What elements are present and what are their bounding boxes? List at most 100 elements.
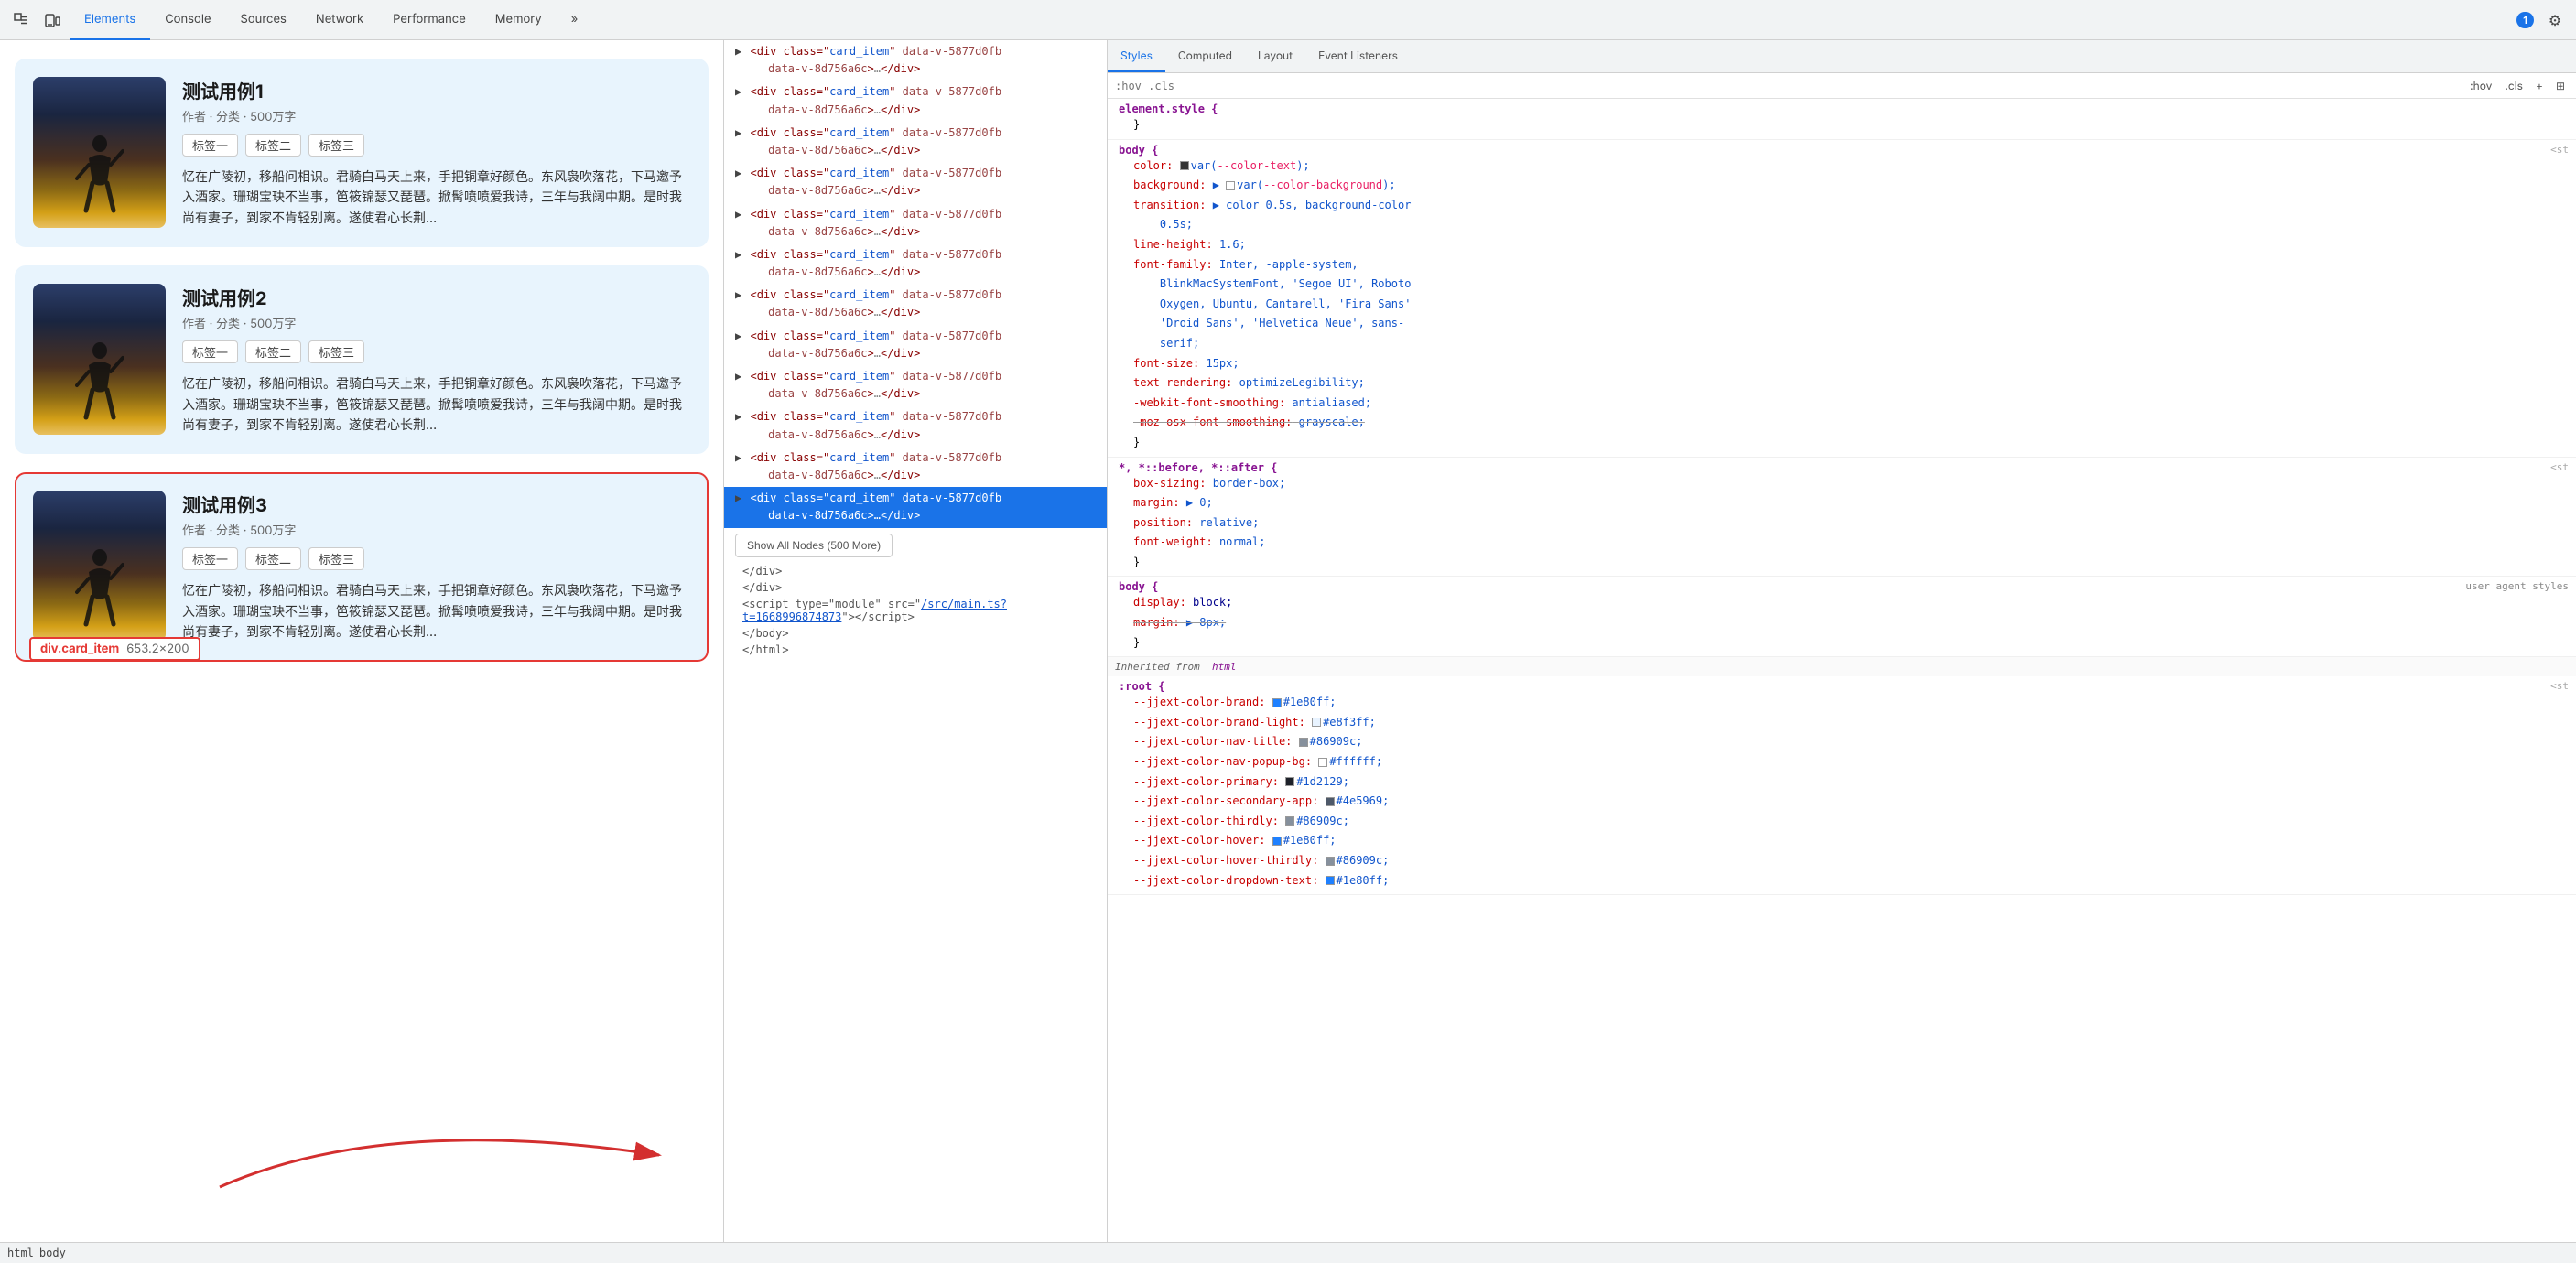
hov-toggle[interactable]: :hov <box>2466 77 2495 94</box>
tree-script-tag: <script type="module" src="/src/main.ts?… <box>724 596 1107 625</box>
breadcrumb-body[interactable]: body <box>39 1247 66 1259</box>
prop-display-block: display: block; <box>1119 593 2569 613</box>
card-desc-2: 忆在广陵初，移船问相识。君骑白马天上来，手把铜章好颜色。东风袅吹落花，下马邀予入… <box>182 374 690 436</box>
breadcrumb-html[interactable]: html <box>7 1247 34 1259</box>
tree-node-6[interactable]: ▶ <div class="card_item" data-v-5877d0fb… <box>724 243 1107 284</box>
prop-closing-brace-element: } <box>1119 115 2569 135</box>
prop-font-family: font-family: Inter, -apple-system, <box>1119 255 2569 275</box>
style-rule-root: :root { <st --jjext-color-brand: #1e80ff… <box>1108 676 2576 895</box>
card-item-3[interactable]: 测试用例3 作者 · 分类 · 500万字 标签一 标签二 标签三 忆在广陵初，… <box>15 472 709 661</box>
tree-close-html: </html> <box>724 642 1107 658</box>
tab-layout[interactable]: Layout <box>1245 40 1305 72</box>
card-title-1: 测试用例1 <box>182 77 690 103</box>
cls-toggle[interactable]: .cls <box>2501 77 2527 94</box>
prop-secondary-app: --jjext-color-secondary-app: #4e5969; <box>1119 792 2569 812</box>
tag-1-1[interactable]: 标签一 <box>182 134 238 157</box>
tree-node-9[interactable]: ▶ <div class="card_item" data-v-5877d0fb… <box>724 365 1107 405</box>
card-meta-3: 作者 · 分类 · 500万字 <box>182 521 690 538</box>
tag-2-2[interactable]: 标签二 <box>245 340 301 363</box>
settings-icon[interactable]: ⚙ <box>2541 6 2569 34</box>
filter-icon-group: :hov .cls + ⊞ <box>2466 77 2569 94</box>
tab-memory[interactable]: Memory <box>481 0 557 40</box>
tab-styles[interactable]: Styles <box>1108 40 1165 72</box>
tree-node-3[interactable]: ▶ <div class="card_item" data-v-5877d0fb… <box>724 122 1107 162</box>
silhouette-icon-1 <box>72 133 127 219</box>
styles-panel: Styles Computed Layout Event Listeners :… <box>1108 40 2576 1242</box>
tag-2-3[interactable]: 标签三 <box>308 340 364 363</box>
prop-font-family-5: serif; <box>1119 334 2569 354</box>
prop-transition: transition: ▶ color 0.5s, background-col… <box>1119 196 2569 216</box>
source-body-ua: user agent styles <box>2465 580 2569 592</box>
card-item-2[interactable]: 测试用例2 作者 · 分类 · 500万字 标签一 标签二 标签三 忆在广陵初，… <box>15 265 709 454</box>
add-style-icon[interactable]: + <box>2532 77 2547 94</box>
card-meta-1: 作者 · 分类 · 500万字 <box>182 107 690 124</box>
main-area: 测试用例1 作者 · 分类 · 500万字 标签一 标签二 标签三 忆在广陵初，… <box>0 40 2576 1242</box>
element-dimension-label: div.card_item 653.2×200 <box>29 637 200 661</box>
styles-tab-bar: Styles Computed Layout Event Listeners <box>1108 40 2576 73</box>
toolbar-right-icons: 1 ⚙ <box>2516 6 2569 34</box>
tree-node-7[interactable]: ▶ <div class="card_item" data-v-5877d0fb… <box>724 284 1107 324</box>
webpage-preview-panel: 测试用例1 作者 · 分类 · 500万字 标签一 标签二 标签三 忆在广陵初，… <box>0 40 723 1242</box>
tab-network[interactable]: Network <box>301 0 378 40</box>
tag-1-2[interactable]: 标签二 <box>245 134 301 157</box>
red-arrow-indicator <box>201 1105 723 1214</box>
source-universal: <st <box>2550 461 2569 473</box>
tree-node-4[interactable]: ▶ <div class="card_item" data-v-5877d0fb… <box>724 162 1107 202</box>
tree-node-1[interactable]: ▶ <div class="card_item" data-v-5877d0fb… <box>724 40 1107 81</box>
prop-universal-close: } <box>1119 553 2569 573</box>
tab-elements[interactable]: Elements <box>70 0 150 40</box>
expand-arrow-1[interactable]: ▶ <box>735 45 741 58</box>
tree-close-body: </body> <box>724 625 1107 642</box>
card-image-2 <box>33 284 166 435</box>
tree-close-div-1: </div> <box>724 563 1107 579</box>
tree-node-10[interactable]: ▶ <div class="card_item" data-v-5877d0fb… <box>724 405 1107 446</box>
prop-font-family-3: Oxygen, Ubuntu, Cantarell, 'Fira Sans' <box>1119 295 2569 315</box>
show-all-nodes-button[interactable]: Show All Nodes (500 More) <box>735 534 893 557</box>
more-icon[interactable]: ⊞ <box>2552 77 2569 94</box>
tab-console[interactable]: Console <box>150 0 225 40</box>
notification-badge: 1 <box>2516 12 2534 28</box>
source-body: <st <box>2550 144 2569 156</box>
device-toolbar-icon[interactable] <box>38 6 66 34</box>
prop-hover: --jjext-color-hover: #1e80ff; <box>1119 831 2569 851</box>
tag-1-3[interactable]: 标签三 <box>308 134 364 157</box>
selector-root: :root { <box>1119 680 1165 693</box>
tag-3-3[interactable]: 标签三 <box>308 547 364 570</box>
card-image-1 <box>33 77 166 228</box>
styles-filter-input[interactable] <box>1115 80 2459 92</box>
tag-3-2[interactable]: 标签二 <box>245 547 301 570</box>
script-src-link[interactable]: /src/main.ts?t=1668996874873 <box>742 598 1007 623</box>
tree-node-11[interactable]: ▶ <div class="card_item" data-v-5877d0fb… <box>724 447 1107 487</box>
card-meta-2: 作者 · 分类 · 500万字 <box>182 314 690 331</box>
selector-body: body { <box>1119 144 1158 157</box>
tree-node-8[interactable]: ▶ <div class="card_item" data-v-5877d0fb… <box>724 325 1107 365</box>
prop-brand-light: --jjext-color-brand-light: #e8f3ff; <box>1119 713 2569 733</box>
prop-line-height: line-height: 1.6; <box>1119 235 2569 255</box>
tab-computed[interactable]: Computed <box>1165 40 1245 72</box>
selector-body-ua: body { <box>1119 580 1158 593</box>
card-item-1[interactable]: 测试用例1 作者 · 分类 · 500万字 标签一 标签二 标签三 忆在广陵初，… <box>15 59 709 247</box>
tab-event-listeners[interactable]: Event Listeners <box>1305 40 1411 72</box>
prop-moz-font-smoothing: -moz-osx-font-smoothing: grayscale; <box>1119 413 2569 433</box>
prop-color: color: var(--color-text); <box>1119 157 2569 177</box>
tag-2-1[interactable]: 标签一 <box>182 340 238 363</box>
prop-webkit-font-smoothing: -webkit-font-smoothing: antialiased; <box>1119 394 2569 414</box>
prop-transition-cont: 0.5s; <box>1119 215 2569 235</box>
tab-sources[interactable]: Sources <box>226 0 301 40</box>
tag-3-1[interactable]: 标签一 <box>182 547 238 570</box>
prop-font-family-4: 'Droid Sans', 'Helvetica Neue', sans- <box>1119 314 2569 334</box>
prop-font-family-2: BlinkMacSystemFont, 'Segoe UI', Roboto <box>1119 275 2569 295</box>
inspect-element-icon[interactable] <box>7 6 35 34</box>
element-dimensions-text: 653.2×200 <box>126 642 189 656</box>
tree-node-12-selected[interactable]: ▶ <div class="card_item" data-v-5877d0fb… <box>724 487 1107 527</box>
prop-thirdly: --jjext-color-thirdly: #86909c; <box>1119 812 2569 832</box>
tree-node-5[interactable]: ▶ <div class="card_item" data-v-5877d0fb… <box>724 203 1107 243</box>
tab-performance[interactable]: Performance <box>378 0 481 40</box>
style-rule-universal: *, *::before, *::after { <st box-sizing:… <box>1108 458 2576 578</box>
silhouette-icon-2 <box>72 340 127 426</box>
tab-more[interactable]: » <box>557 0 593 40</box>
tree-node-2[interactable]: ▶ <div class="card_item" data-v-5877d0fb… <box>724 81 1107 121</box>
prop-box-sizing: box-sizing: border-box; <box>1119 474 2569 494</box>
prop-body-ua-close: } <box>1119 633 2569 653</box>
elements-tree-panel: ▶ <div class="card_item" data-v-5877d0fb… <box>723 40 1108 1242</box>
